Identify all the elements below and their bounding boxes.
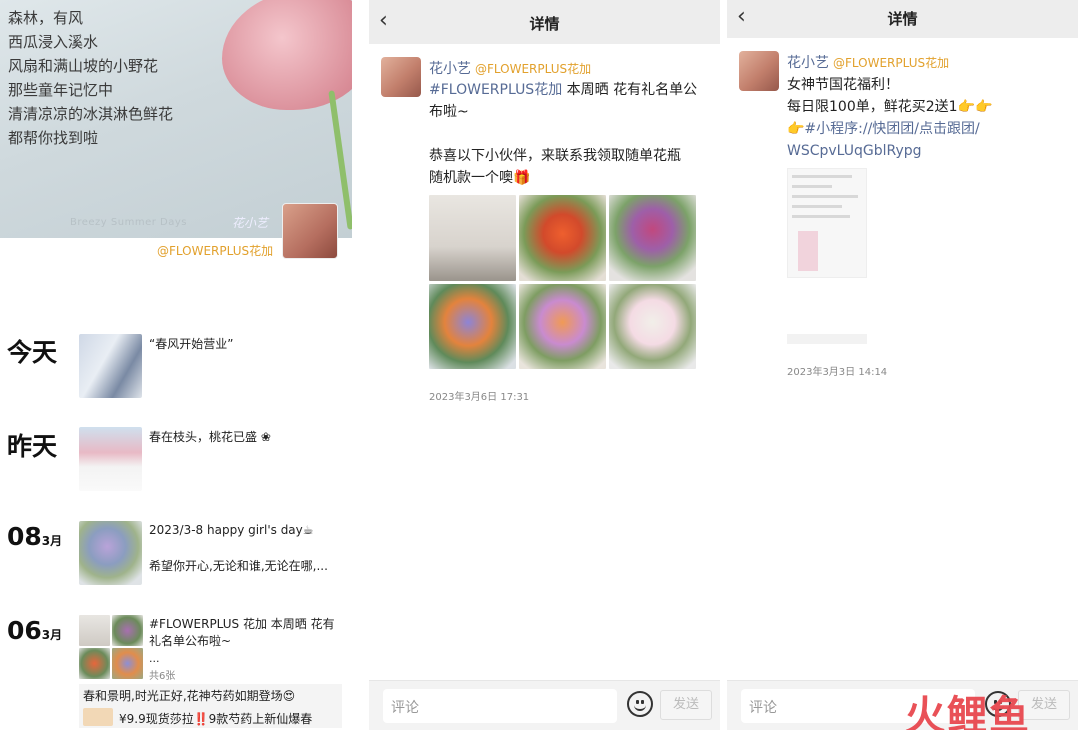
author-name[interactable]: 花小艺 @FLOWERPLUS花加 <box>429 58 591 78</box>
promo-line: ¥9.9现货莎拉‼️9款芍药上新仙爆春 <box>119 712 313 726</box>
page-title: 详情 <box>887 10 918 28</box>
post-body: 女神节国花福利！ 每日限100单，鲜花买2送1👉👉 👉#小程序://快团团/点击… <box>787 74 992 162</box>
author-name-text[interactable]: 花小艺 <box>429 61 471 77</box>
promo-thumbnail <box>83 708 113 726</box>
hashtag-link[interactable]: #FLOWERPLUS花加 <box>429 82 562 98</box>
screenshot-text-line <box>792 185 832 188</box>
post-photo[interactable] <box>609 283 696 369</box>
day-label-08: 083月 <box>7 522 62 551</box>
day-number: 06 <box>7 616 42 645</box>
poem-line: 风扇和满山坡的小野花 <box>8 57 159 75</box>
post-line <box>429 123 697 145</box>
post-photo-grid[interactable] <box>79 615 143 679</box>
screenshot-text-line <box>792 175 852 178</box>
poem-line: 清清凉凉的冰淇淋色鲜花 <box>8 105 174 123</box>
post-ellipsis: ... <box>149 652 160 665</box>
cover-poem: 森林，有风 西瓜浸入溪水 风扇和满山坡的小野花 那些童年记忆中 清清凉凉的冰淇淋… <box>8 6 173 150</box>
grid-photo[interactable] <box>79 615 110 646</box>
post-photo[interactable] <box>609 195 696 281</box>
shared-promo-card[interactable]: 春和景明,时光正好,花神芍药如期登场😍 ¥9.9现货莎拉‼️9款芍药上新仙爆春 <box>79 684 342 728</box>
author-name[interactable]: 花小艺 @FLOWERPLUS花加 <box>787 52 949 72</box>
author-name-text[interactable]: 花小艺 <box>787 55 829 71</box>
post-thumbnail[interactable] <box>79 427 142 491</box>
smile-mouth <box>634 705 646 711</box>
poem-line: 都帮你找到啦 <box>8 129 99 147</box>
photo-count: 共6张 <box>149 671 176 682</box>
author-handle: @FLOWERPLUS花加 <box>833 56 950 70</box>
grid-photo[interactable] <box>112 648 143 679</box>
post-detail-panel: ‹ 详情 花小艺 @FLOWERPLUS花加 #FLOWERPLUS花加 本周晒 … <box>369 0 720 730</box>
post-text[interactable]: 礼名单公布啦~ <box>149 632 231 650</box>
month-label: 3月 <box>41 534 63 548</box>
author-handle: @FLOWERPLUS花加 <box>475 62 592 76</box>
post-photo[interactable] <box>429 283 516 369</box>
moments-album: 森林，有风 西瓜浸入溪水 风扇和满山坡的小野花 那些童年记忆中 清清凉凉的冰淇淋… <box>0 0 360 730</box>
cover-caption: Breezy Summer Days <box>70 217 187 228</box>
nav-bar: ‹ 详情 <box>369 0 720 44</box>
miniprogram-link[interactable]: 👉#小程序://快团团/点击跟团/ <box>787 118 992 140</box>
post-text[interactable]: #FLOWERPLUS 花加 本周晒 花有 <box>149 615 335 633</box>
post-line: 恭喜以下小伙伴，来联系我领取随单花瓶 <box>429 148 681 164</box>
poem-line: 西瓜浸入溪水 <box>8 33 99 51</box>
post-line: 女神节国花福利！ <box>787 77 899 93</box>
screenshot-text-line <box>792 205 842 208</box>
day-number: 08 <box>7 522 42 551</box>
grid-photo[interactable] <box>112 615 143 646</box>
day-label-06: 063月 <box>7 616 62 645</box>
comment-input[interactable]: 评论 <box>383 689 617 723</box>
watermark-logo: 火鲤鱼 <box>905 693 1031 730</box>
post-text[interactable]: 希望你开心,无论和谁,无论在哪,... <box>149 557 328 575</box>
screenshot-footer <box>787 334 867 344</box>
post-line: 每日限100单，鲜花买2送1👉👉 <box>787 99 993 115</box>
post-photo[interactable] <box>519 195 606 281</box>
post-detail-panel: ‹ 详情 花小艺 @FLOWERPLUS花加 女神节国花福利！ 每日限100单，鲜… <box>727 0 1078 730</box>
comment-bar: 评论 发送 <box>369 680 720 730</box>
post-photo-grid[interactable] <box>429 195 696 369</box>
post-line: 随机款一个噢🎁 <box>429 170 531 186</box>
post-timestamp: 2023年3月3日 14:14 <box>787 367 888 378</box>
promo-line: 春和景明,时光正好,花神芍药如期登场😍 <box>83 689 296 703</box>
post-photo[interactable] <box>429 195 516 281</box>
post-line: 布啦~ <box>429 104 469 120</box>
post-text[interactable]: “春风开始营业” <box>149 335 233 353</box>
post-body: #FLOWERPLUS花加 本周晒 花有礼名单公 布啦~ 恭喜以下小伙伴，来联系… <box>429 79 697 189</box>
poem-line: 森林，有风 <box>8 9 84 27</box>
post-text[interactable]: 2023/3-8 happy girl's day☕ <box>149 521 314 539</box>
send-button[interactable]: 发送 <box>660 690 712 720</box>
post-photo[interactable] <box>519 283 606 369</box>
post-thumbnail[interactable] <box>79 521 142 585</box>
post-timestamp: 2023年3月6日 17:31 <box>429 392 530 403</box>
author-avatar[interactable] <box>381 57 421 97</box>
post-line-text: 本周晒 花有礼名单公 <box>562 82 698 98</box>
grid-photo[interactable] <box>79 648 110 679</box>
profile-handle: @FLOWERPLUS花加 <box>157 244 274 258</box>
post-line: #FLOWERPLUS花加 本周晒 花有礼名单公 <box>429 79 697 101</box>
screenshot-image[interactable] <box>787 168 867 278</box>
profile-avatar[interactable] <box>282 203 338 259</box>
screenshot-photo <box>798 231 818 271</box>
screenshot-text-line <box>792 195 858 198</box>
nav-bar: ‹ 详情 <box>727 0 1078 38</box>
screenshot-text-line <box>792 215 850 218</box>
day-label-today: 今天 <box>7 338 58 367</box>
poem-line: 那些童年记忆中 <box>8 81 114 99</box>
month-label: 3月 <box>41 628 63 642</box>
day-label-yesterday: 昨天 <box>7 432 58 461</box>
post-text[interactable]: 春在枝头，桃花已盛 ❀ <box>149 428 271 446</box>
post-thumbnail[interactable] <box>79 334 142 398</box>
cover-signature: 花小艺 <box>232 216 269 230</box>
emoji-icon[interactable] <box>627 691 653 717</box>
author-avatar[interactable] <box>739 51 779 91</box>
page-title: 详情 <box>529 15 560 33</box>
miniprogram-link[interactable]: WSCpvLUqGblRypg <box>787 140 992 162</box>
